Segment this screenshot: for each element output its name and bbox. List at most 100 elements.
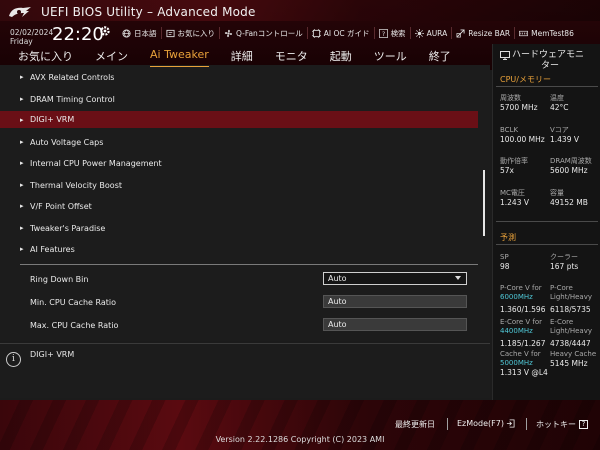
- min-cache-ratio-input[interactable]: Auto: [323, 295, 467, 308]
- menu-item-label: AI Features: [30, 244, 75, 254]
- memtest-button[interactable]: MemTest86: [514, 27, 578, 39]
- hw-stat-pcore-lh: P-Core Light/Heavy 6118/5735: [550, 284, 592, 314]
- tab-exit[interactable]: 終了: [429, 48, 451, 64]
- info-icon: i: [6, 352, 21, 367]
- hw-label: E-Core V for: [500, 318, 543, 326]
- menu-item-label: DIGI+ VRM: [30, 115, 75, 124]
- hw-label: P-Core: [550, 284, 573, 292]
- hw-value: 57x: [500, 166, 514, 175]
- menu-item-label: AVX Related Controls: [30, 72, 115, 82]
- globe-icon: [122, 28, 131, 38]
- hw-stat-sp: SP 98: [500, 253, 510, 271]
- chevron-right-icon: ▸: [20, 159, 24, 167]
- hw-stat-ecore-lh: E-Core Light/Heavy 4738/4447: [550, 318, 592, 348]
- ring-down-bin-select[interactable]: Auto: [323, 272, 467, 285]
- divider: [496, 244, 598, 245]
- day-text: Friday: [10, 37, 33, 46]
- clock-settings-gear-icon[interactable]: [99, 25, 111, 37]
- menu-item-avx[interactable]: ▸ AVX Related Controls: [20, 69, 478, 85]
- ai-oc-guide-label: AI OC ガイド: [323, 28, 370, 38]
- search-label: 検索: [390, 28, 406, 38]
- menu-item-dram-timing[interactable]: ▸ DRAM Timing Control: [20, 91, 478, 107]
- hw-value: 5145 MHz: [550, 359, 588, 368]
- hw-label: MC電圧: [500, 189, 525, 197]
- menu-item-label: Auto Voltage Caps: [30, 137, 104, 147]
- menu-item-label: Thermal Velocity Boost: [30, 180, 122, 190]
- ezmode-button[interactable]: EzMode(F7): [457, 419, 515, 428]
- input-value: Auto: [328, 297, 347, 306]
- hw-label: Vコア: [550, 126, 569, 134]
- menu-item-thermal-velocity-boost[interactable]: ▸ Thermal Velocity Boost: [20, 177, 478, 193]
- cpu-memory-section-title: CPU/メモリー: [500, 75, 551, 84]
- hw-stat-cache-v: Cache V for 5000MHz 1.313 V @L4: [500, 350, 548, 377]
- menu-item-internal-cpu-power[interactable]: ▸ Internal CPU Power Management: [20, 155, 478, 171]
- chevron-right-icon: ▸: [20, 245, 24, 253]
- hw-label: SP: [500, 253, 509, 261]
- scrollbar-thumb[interactable]: [483, 170, 485, 236]
- resize-bar-button[interactable]: Resize BAR: [451, 27, 514, 39]
- hw-label: E-Core: [550, 318, 574, 326]
- chevron-right-icon: ▸: [20, 202, 24, 210]
- hw-value: 167 pts: [550, 262, 579, 271]
- hw-value: 98: [500, 262, 510, 271]
- tab-monitor[interactable]: モニタ: [275, 48, 308, 64]
- hw-stat-ratio: 動作倍率 57x: [500, 157, 528, 175]
- hw-label: 動作倍率: [500, 157, 528, 165]
- ezmode-label: EzMode(F7): [457, 419, 504, 428]
- menu-item-auto-voltage-caps[interactable]: ▸ Auto Voltage Caps: [20, 134, 478, 150]
- language-label: 日本語: [134, 28, 157, 38]
- qfan-button[interactable]: Q-Fanコントロール: [219, 27, 307, 39]
- hw-stat-vcore: Vコア 1.439 V: [550, 126, 579, 144]
- tab-favorites[interactable]: お気に入り: [18, 48, 73, 64]
- hw-label: P-Core V for: [500, 284, 542, 292]
- favorites-button[interactable]: お気に入り: [160, 27, 220, 39]
- hw-label: DRAM周波数: [550, 157, 592, 165]
- divider: [496, 86, 598, 87]
- hw-value: 1.439 V: [550, 135, 579, 144]
- clock-time: 22:20: [52, 24, 104, 45]
- date-text: 02/02/2024: [10, 28, 54, 37]
- divider: [20, 264, 478, 265]
- hw-freq: 6000MHz: [500, 293, 533, 301]
- hw-value: 5700 MHz: [500, 103, 538, 112]
- exit-arrow-icon: [506, 419, 515, 428]
- hw-stat-cooler: クーラー 167 pts: [550, 253, 578, 271]
- help-panel: i DIGI+ VRM: [0, 343, 490, 398]
- hotkeys-button[interactable]: ホットキー ?: [536, 419, 588, 430]
- last-modified-button[interactable]: 最終更新日: [395, 419, 435, 430]
- tab-advanced[interactable]: 詳細: [231, 48, 253, 64]
- tab-boot[interactable]: 起動: [330, 48, 352, 64]
- menu-item-label: DRAM Timing Control: [30, 94, 115, 104]
- search-button[interactable]: ? 検索: [373, 27, 410, 39]
- hw-label: 容量: [550, 189, 564, 197]
- settings-panel: ▸ AVX Related Controls ▸ DRAM Timing Con…: [0, 65, 490, 341]
- menu-item-ai-features[interactable]: ▸ AI Features: [20, 241, 478, 257]
- rog-logo-icon: [9, 7, 31, 17]
- hw-label: Heavy Cache: [550, 350, 597, 358]
- hw-label: Light/Heavy: [550, 293, 592, 301]
- favorites-label: お気に入り: [177, 28, 216, 38]
- hw-label: Cache V for: [500, 350, 541, 358]
- hw-value: 1.243 V: [500, 198, 529, 207]
- help-text: DIGI+ VRM: [30, 350, 75, 359]
- memtest-label: MemTest86: [531, 28, 574, 38]
- menu-item-vf-point-offset[interactable]: ▸ V/F Point Offset: [20, 198, 478, 214]
- divider: [447, 418, 448, 430]
- language-button[interactable]: 日本語: [118, 27, 161, 39]
- max-cache-ratio-input[interactable]: Auto: [323, 318, 467, 331]
- hw-value: 1.313 V @L4: [500, 368, 548, 377]
- hw-value: 100.00 MHz: [500, 135, 545, 144]
- hw-label: 温度: [550, 94, 564, 102]
- hw-label: Light/Heavy: [550, 327, 592, 335]
- hotkeys-help-icon: ?: [579, 420, 588, 429]
- qfan-label: Q-Fanコントロール: [236, 28, 303, 38]
- tab-main[interactable]: メイン: [95, 48, 128, 64]
- menu-item-digi-vrm[interactable]: ▸ DIGI+ VRM: [0, 111, 478, 128]
- tab-ai-tweaker[interactable]: Ai Tweaker: [150, 48, 209, 67]
- tab-tool[interactable]: ツール: [374, 48, 407, 64]
- hw-stat-frequency: 周波数 5700 MHz: [500, 94, 538, 112]
- menu-item-tweakers-paradise[interactable]: ▸ Tweaker's Paradise: [20, 220, 478, 236]
- ai-oc-guide-button[interactable]: AI OC ガイド: [306, 27, 374, 39]
- hardware-monitor-panel: ハードウェアモニ ター CPU/メモリー 周波数 5700 MHz 温度 42°…: [492, 44, 600, 400]
- aura-button[interactable]: AURA: [409, 27, 452, 39]
